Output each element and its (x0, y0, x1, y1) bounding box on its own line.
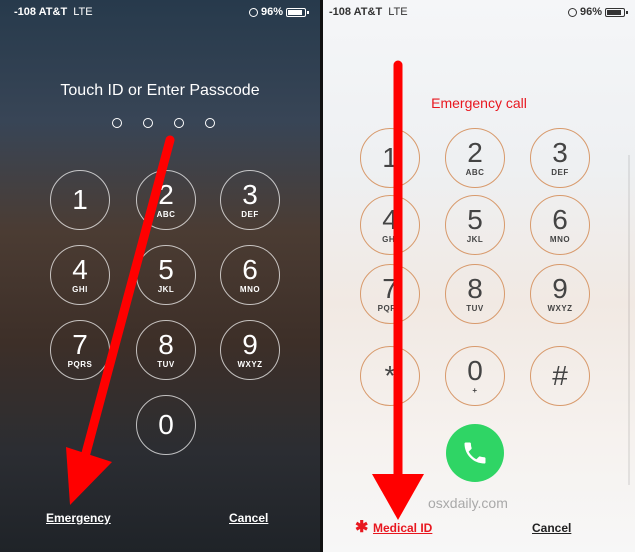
key-letters: DEF (551, 168, 569, 177)
battery-percent: 96% (260, 6, 283, 18)
carrier-label: -108 AT&T (14, 6, 68, 18)
dial-key-5[interactable]: 5 JKL (445, 195, 505, 255)
key-letters: PQRS (377, 304, 403, 313)
key-digit: 5 (467, 204, 483, 235)
key-digit: 0 (158, 409, 174, 440)
key-digit: 1 (382, 142, 398, 173)
cancel-link[interactable]: Cancel (229, 511, 268, 525)
key-7[interactable]: 7 PQRS (50, 320, 110, 380)
dial-key-9[interactable]: 9 WXYZ (530, 264, 590, 324)
battery-icon (286, 7, 309, 17)
dial-key-8[interactable]: 8 TUV (445, 264, 505, 324)
key-digit: 8 (158, 329, 174, 360)
key-digit: * (384, 360, 396, 391)
key-digit: 9 (552, 273, 568, 304)
key-digit: 3 (552, 137, 568, 168)
key-digit: 2 (158, 179, 174, 210)
dial-key-2[interactable]: 2 ABC (445, 128, 505, 188)
key-6[interactable]: 6 MNO (220, 245, 280, 305)
passcode-title: Touch ID or Enter Passcode (60, 82, 260, 99)
emergency-dialer-screen: -108 AT&T LTE 96% Emergency call 1 2 ABC 3… (323, 0, 635, 552)
status-bar-right: 96% (567, 6, 628, 18)
orientation-lock-icon (248, 7, 258, 17)
key-3[interactable]: 3 DEF (220, 170, 280, 230)
cancel-link[interactable]: Cancel (532, 521, 571, 535)
key-letters: MNO (549, 235, 571, 244)
key-letters: PQRS (67, 360, 93, 369)
dial-key-3[interactable]: 3 DEF (530, 128, 590, 188)
screen-edge (628, 155, 630, 485)
passcode-dot (112, 118, 122, 128)
key-letters: WXYZ (547, 304, 573, 313)
key-letters: ABC (156, 210, 176, 219)
key-letters: WXYZ (237, 360, 263, 369)
medical-id-link[interactable]: Medical ID (373, 521, 432, 535)
passcode-dot (174, 118, 184, 128)
battery-icon (605, 7, 628, 17)
key-4[interactable]: 4 GHI (50, 245, 110, 305)
carrier-label: -108 AT&T (329, 6, 383, 18)
dial-key-4[interactable]: 4 GHI (360, 195, 420, 255)
key-digit: 5 (158, 254, 174, 285)
watermark: osxdaily.com (428, 495, 508, 511)
phone-icon (464, 442, 486, 464)
passcode-dots (112, 118, 215, 128)
key-digit: 6 (552, 204, 568, 235)
key-letters: GHI (72, 285, 88, 294)
key-letters: JKL (466, 235, 484, 244)
dial-key-0[interactable]: 0 + (445, 346, 505, 406)
key-9[interactable]: 9 WXYZ (220, 320, 280, 380)
medical-asterisk-icon: ✱ (355, 519, 369, 536)
network-label: LTE (73, 6, 93, 18)
key-digit: 9 (242, 329, 258, 360)
status-bar-right: 96% (248, 6, 309, 18)
passcode-dot (205, 118, 215, 128)
key-1[interactable]: 1 (50, 170, 110, 230)
network-label: LTE (388, 6, 408, 18)
passcode-dot (143, 118, 153, 128)
key-digit: 4 (72, 254, 88, 285)
key-letters: ABC (465, 168, 485, 177)
call-button[interactable] (446, 424, 504, 482)
battery-percent: 96% (579, 6, 602, 18)
key-0[interactable]: 0 (136, 395, 196, 455)
key-letters: DEF (241, 210, 259, 219)
key-letters: GHI (382, 235, 398, 244)
key-digit: 0 (467, 355, 483, 386)
key-digit: 1 (72, 184, 88, 215)
key-8[interactable]: 8 TUV (136, 320, 196, 380)
key-letters: TUV (157, 360, 175, 369)
key-digit: 7 (382, 273, 398, 304)
lock-screen: -108 AT&T LTE 96% Touch ID or Enter Passc… (0, 0, 320, 552)
key-digit: # (552, 360, 568, 391)
key-letters: JKL (157, 285, 175, 294)
key-digit: 7 (72, 329, 88, 360)
status-bar-left: -108 AT&T LTE (14, 6, 93, 18)
key-5[interactable]: 5 JKL (136, 245, 196, 305)
key-letters: + (472, 386, 478, 395)
key-letters: MNO (239, 285, 261, 294)
dial-key-6[interactable]: 6 MNO (530, 195, 590, 255)
dial-key-7[interactable]: 7 PQRS (360, 264, 420, 324)
dial-key-1[interactable]: 1 (360, 128, 420, 188)
key-digit: 4 (382, 204, 398, 235)
emergency-call-title: Emergency call (431, 95, 527, 111)
key-digit: 2 (467, 137, 483, 168)
dial-key-star[interactable]: * (360, 346, 420, 406)
status-bar-left: -108 AT&T LTE (329, 6, 408, 18)
key-digit: 6 (242, 254, 258, 285)
key-letters: TUV (466, 304, 484, 313)
key-digit: 8 (467, 273, 483, 304)
key-digit: 3 (242, 179, 258, 210)
orientation-lock-icon (567, 7, 577, 17)
key-2[interactable]: 2 ABC (136, 170, 196, 230)
emergency-link[interactable]: Emergency (46, 511, 111, 525)
dial-key-hash[interactable]: # (530, 346, 590, 406)
